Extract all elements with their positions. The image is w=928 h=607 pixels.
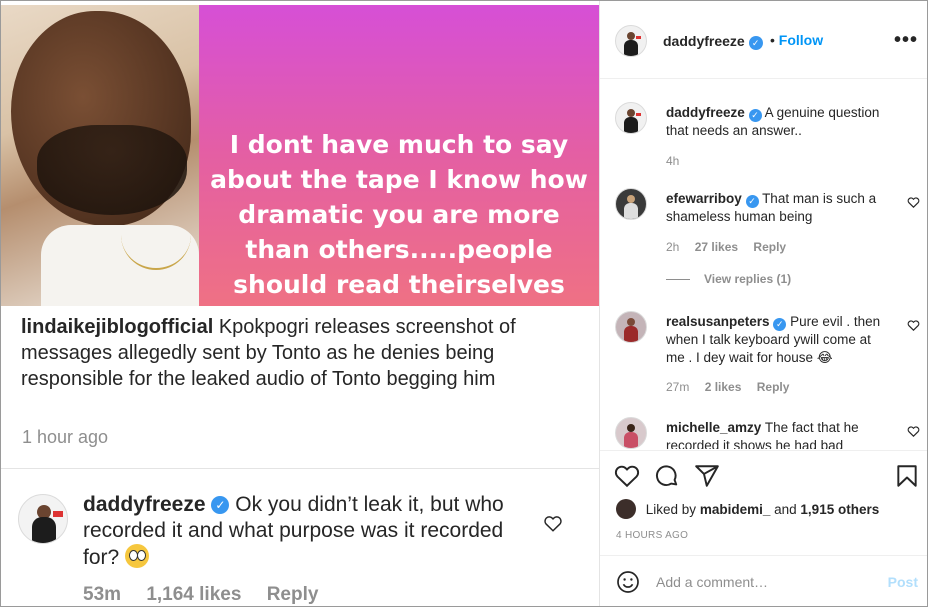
- image-comment-reply: Reply: [266, 584, 319, 605]
- save-bookmark-icon[interactable]: [894, 463, 922, 491]
- post-actions: Liked by mabidemi_ and 1,915 others 4 HO…: [600, 450, 927, 606]
- post-media: I dont have much to say about the tape I…: [1, 1, 599, 606]
- post-header: daddyfreeze ✓ • Follow •••: [600, 1, 927, 79]
- image-comment-meta: 53m 1,164 likes Reply: [83, 584, 338, 606]
- commenter-avatar[interactable]: [615, 417, 647, 449]
- like-comment-heart-icon[interactable]: [907, 425, 920, 440]
- header-username[interactable]: daddyfreeze ✓: [663, 33, 763, 50]
- photo-strip: I dont have much to say about the tape I…: [1, 5, 599, 306]
- image-comment-time: 53m: [83, 584, 122, 605]
- post-comment-button[interactable]: Post: [888, 574, 918, 590]
- comment-time[interactable]: 2h: [666, 240, 679, 254]
- verified-badge-icon: ✓: [211, 496, 230, 514]
- person-photo: [1, 5, 199, 306]
- follow-label[interactable]: Follow: [779, 32, 823, 48]
- image-caption: lindaikejiblogofficial Kpokpogri release…: [21, 314, 581, 392]
- comment-bubble-icon[interactable]: [654, 463, 682, 491]
- comment-text: efewarriboy ✓ That man is such a shamele…: [666, 190, 886, 226]
- quote-card: I dont have much to say about the tape I…: [199, 5, 599, 306]
- comment-username[interactable]: michelle_amzy: [666, 420, 761, 435]
- commenter-avatar[interactable]: [615, 188, 647, 220]
- verified-badge-icon: ✓: [748, 36, 763, 50]
- like-comment-heart-icon[interactable]: [907, 319, 920, 334]
- comment-username[interactable]: efewarriboy: [666, 191, 742, 206]
- reply-button[interactable]: Reply: [757, 380, 790, 394]
- comment-text: realsusanpeters ✓ Pure evil . then when …: [666, 313, 886, 367]
- liked-by-summary: Liked by mabidemi_ and 1,915 others: [616, 499, 879, 519]
- comment-likes[interactable]: 2 likes: [705, 380, 742, 394]
- add-comment-bar: Add a comment… Post: [600, 555, 927, 606]
- caption-time: 1 hour ago: [22, 427, 109, 447]
- comment-likes[interactable]: 27 likes: [695, 240, 738, 254]
- quote-text: I dont have much to say about the tape I…: [210, 130, 588, 299]
- liked-by-others[interactable]: 1,915 others: [800, 502, 879, 517]
- comment-username[interactable]: realsusanpeters: [666, 314, 770, 329]
- follow-button[interactable]: • Follow: [770, 32, 823, 48]
- image-comment-username: daddyfreeze: [83, 493, 206, 516]
- heart-outline-icon: [543, 514, 563, 538]
- liker-avatar[interactable]: [616, 499, 636, 519]
- avatar: [18, 494, 68, 544]
- comment-meta: 2h 27 likes Reply: [666, 240, 798, 254]
- comments-list: daddyfreeze ✓ A genuine question that ne…: [600, 80, 927, 449]
- liked-by-and: and: [774, 502, 797, 517]
- commenter-avatar[interactable]: [615, 102, 647, 134]
- post-timestamp[interactable]: 4 HOURS AGO: [616, 530, 688, 541]
- header-avatar[interactable]: [615, 25, 647, 57]
- add-comment-input[interactable]: Add a comment…: [656, 574, 768, 590]
- post-side-panel: daddyfreeze ✓ • Follow ••• daddyfreeze ✓…: [599, 1, 927, 606]
- emoji-smiley-icon[interactable]: [616, 570, 640, 594]
- divider: [1, 468, 599, 469]
- share-paper-plane-icon[interactable]: [694, 463, 722, 491]
- liked-by-user[interactable]: mabidemi_: [700, 502, 771, 517]
- image-comment-likes: 1,164 likes: [146, 584, 242, 605]
- comment-meta: 27m 2 likes Reply: [666, 380, 801, 394]
- rolling-eyes-emoji-icon: [125, 544, 150, 568]
- more-options-icon[interactable]: •••: [894, 29, 918, 52]
- screenshot-frame: I dont have much to say about the tape I…: [0, 0, 928, 607]
- view-replies-button[interactable]: View replies (1): [666, 272, 791, 286]
- comment-time[interactable]: 4h: [666, 154, 679, 168]
- header-username-text[interactable]: daddyfreeze: [663, 33, 745, 49]
- verified-badge-icon: ✓: [745, 195, 759, 208]
- commenter-avatar[interactable]: [615, 311, 647, 343]
- reply-button[interactable]: Reply: [753, 240, 786, 254]
- comment-text: daddyfreeze ✓ A genuine question that ne…: [666, 104, 886, 140]
- comment-username[interactable]: daddyfreeze: [666, 105, 745, 120]
- like-heart-icon[interactable]: [614, 463, 642, 491]
- comment-meta: 4h: [666, 154, 691, 168]
- like-comment-heart-icon[interactable]: [907, 196, 920, 211]
- comment-time[interactable]: 27m: [666, 380, 689, 394]
- verified-badge-icon: ✓: [773, 318, 787, 331]
- beard-shape: [37, 125, 187, 215]
- verified-badge-icon: ✓: [748, 109, 762, 122]
- separator-dot: •: [770, 32, 775, 48]
- image-comment-text: daddyfreeze ✓ Ok you didn’t leak it, but…: [83, 492, 523, 571]
- liked-by-prefix: Liked by: [645, 502, 697, 517]
- caption-username: lindaikejiblogofficial: [21, 316, 214, 338]
- comment-text: michelle_amzy The fact that he recorded …: [666, 419, 886, 449]
